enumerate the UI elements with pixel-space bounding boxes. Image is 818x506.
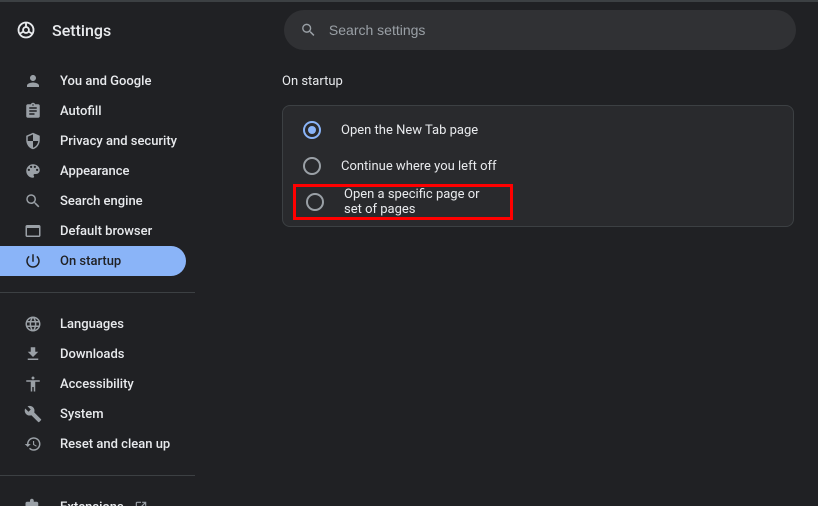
sidebar-item-default-browser[interactable]: Default browser [0, 216, 186, 246]
sidebar-item-you-and-google[interactable]: You and Google [0, 66, 186, 96]
header-brand: Settings [16, 20, 284, 40]
startup-option-continue[interactable]: Continue where you left off [283, 148, 793, 184]
sidebar-item-label: System [60, 407, 104, 422]
chrome-logo-icon [16, 20, 36, 40]
startup-option-specific-pages[interactable]: Open a specific page or set of pages [293, 184, 513, 220]
accessibility-icon [24, 375, 42, 393]
divider [0, 292, 195, 293]
download-icon [24, 345, 42, 363]
header: Settings [0, 2, 818, 58]
sidebar-item-autofill[interactable]: Autofill [0, 96, 186, 126]
sidebar-item-label: Languages [60, 317, 124, 332]
startup-option-specific-pages-highlight: Open a specific page or set of pages [283, 184, 793, 220]
external-link-icon [134, 500, 148, 506]
radio-label: Continue where you left off [341, 159, 497, 174]
sidebar-item-label: Accessibility [60, 377, 134, 392]
search-input-wrap[interactable] [284, 10, 796, 50]
sidebar-item-label: Default browser [60, 224, 152, 239]
restore-icon [24, 435, 42, 453]
wrench-icon [24, 405, 42, 423]
sidebar-item-appearance[interactable]: Appearance [0, 156, 186, 186]
search-icon [24, 192, 42, 210]
radio-label: Open a specific page or set of pages [344, 187, 490, 217]
browser-icon [24, 222, 42, 240]
startup-option-new-tab[interactable]: Open the New Tab page [283, 112, 793, 148]
sidebar-item-accessibility[interactable]: Accessibility [0, 369, 186, 399]
divider [0, 475, 195, 476]
clipboard-icon [24, 102, 42, 120]
sidebar-item-system[interactable]: System [0, 399, 186, 429]
sidebar-group-main: You and Google Autofill Privacy and secu… [0, 58, 230, 284]
palette-icon [24, 162, 42, 180]
section-title: On startup [282, 74, 802, 89]
sidebar-item-label: You and Google [60, 74, 151, 89]
main-content: On startup Open the New Tab page Continu… [230, 58, 818, 506]
globe-icon [24, 315, 42, 333]
radio-icon [303, 157, 321, 175]
sidebar-item-label: Extensions [60, 500, 124, 506]
sidebar-item-label: Privacy and security [60, 134, 177, 149]
extension-icon [24, 498, 42, 506]
power-icon [24, 252, 42, 270]
sidebar-item-on-startup[interactable]: On startup [0, 246, 186, 276]
sidebar-item-label: Downloads [60, 347, 124, 362]
page-title: Settings [52, 21, 111, 40]
sidebar-item-label: On startup [60, 254, 121, 269]
sidebar-item-extensions[interactable]: Extensions [0, 492, 186, 506]
radio-label: Open the New Tab page [341, 123, 478, 138]
radio-icon [306, 193, 324, 211]
sidebar-item-downloads[interactable]: Downloads [0, 339, 186, 369]
search-container [284, 10, 796, 50]
sidebar-group-advanced: Languages Downloads Accessibility System… [0, 301, 230, 467]
sidebar-item-label: Appearance [60, 164, 129, 179]
search-icon [300, 21, 317, 39]
search-input[interactable] [329, 22, 780, 38]
sidebar-item-languages[interactable]: Languages [0, 309, 186, 339]
sidebar-item-label: Reset and clean up [60, 437, 170, 452]
sidebar-item-search-engine[interactable]: Search engine [0, 186, 186, 216]
shield-icon [24, 132, 42, 150]
sidebar: You and Google Autofill Privacy and secu… [0, 58, 230, 506]
sidebar-item-label: Search engine [60, 194, 143, 209]
sidebar-group-footer: Extensions About Chrome [0, 484, 230, 506]
sidebar-item-label: Autofill [60, 104, 102, 119]
sidebar-item-privacy[interactable]: Privacy and security [0, 126, 186, 156]
radio-icon [303, 121, 321, 139]
sidebar-item-reset[interactable]: Reset and clean up [0, 429, 186, 459]
person-icon [24, 72, 42, 90]
startup-options-panel: Open the New Tab page Continue where you… [282, 105, 794, 227]
